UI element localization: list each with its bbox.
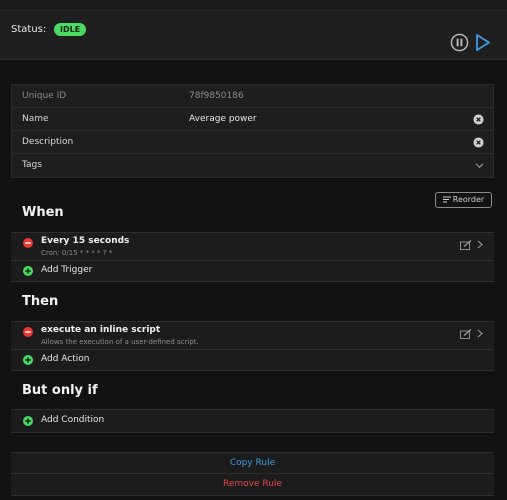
rule-properties: Unique ID 78f9850186 Name Average power …	[11, 84, 494, 178]
rule-actions: Copy Rule Remove Rule	[11, 452, 494, 496]
trigger-subtitle: Cron: 0/15 * * * * ? *	[41, 249, 113, 257]
edit-icon[interactable]	[460, 329, 472, 339]
clear-name-icon[interactable]	[473, 114, 484, 125]
chevron-down-icon[interactable]	[475, 161, 484, 170]
add-condition-button[interactable]: Add Condition	[11, 410, 494, 432]
top-bar	[0, 0, 507, 11]
add-icon	[23, 355, 33, 365]
action-item[interactable]: execute an inline script Allows the exec…	[11, 322, 494, 350]
add-icon	[23, 266, 33, 276]
add-action-button[interactable]: Add Action	[11, 350, 494, 370]
trigger-list: Every 15 seconds Cron: 0/15 * * * * ? * …	[11, 232, 494, 282]
uid-value: 78f9850186	[189, 91, 244, 101]
tags-label: Tags	[22, 160, 42, 170]
action-list: execute an inline script Allows the exec…	[11, 321, 494, 371]
uid-row: Unique ID 78f9850186	[12, 85, 493, 108]
add-condition-label: Add Condition	[41, 415, 105, 425]
name-input[interactable]: Average power	[189, 108, 257, 130]
status-badge: IDLE	[54, 23, 87, 36]
chevron-right-icon[interactable]	[477, 329, 483, 338]
pause-icon[interactable]	[450, 33, 469, 52]
trigger-item[interactable]: Every 15 seconds Cron: 0/15 * * * * ? *	[11, 233, 494, 261]
add-trigger-button[interactable]: Add Trigger	[11, 261, 494, 281]
remove-action-icon[interactable]	[23, 327, 33, 337]
description-label: Description	[22, 137, 74, 147]
action-subtitle: Allows the execution of a user-defined s…	[41, 338, 199, 346]
status-bar: Status: IDLE	[0, 11, 507, 60]
remove-rule-button[interactable]: Remove Rule	[11, 474, 494, 495]
play-icon[interactable]	[475, 33, 491, 52]
edit-icon[interactable]	[460, 240, 472, 250]
name-row[interactable]: Name Average power	[12, 108, 493, 131]
uid-label: Unique ID	[22, 91, 67, 101]
reorder-icon	[442, 196, 451, 203]
then-title: Then	[22, 294, 59, 309]
clear-description-icon[interactable]	[473, 137, 484, 148]
action-title: execute an inline script	[41, 325, 161, 335]
add-action-label: Add Action	[41, 354, 90, 364]
condition-list: Add Condition	[11, 409, 494, 433]
add-icon	[23, 416, 33, 426]
status-label: Status:	[11, 24, 47, 35]
chevron-right-icon[interactable]	[477, 240, 483, 249]
but-only-if-title: But only if	[22, 383, 98, 398]
tags-row[interactable]: Tags	[12, 154, 493, 177]
when-title: When	[22, 205, 64, 220]
remove-trigger-icon[interactable]	[23, 238, 33, 248]
trigger-title: Every 15 seconds	[41, 236, 130, 246]
description-row[interactable]: Description	[12, 131, 493, 154]
copy-rule-button[interactable]: Copy Rule	[11, 453, 494, 474]
name-label: Name	[22, 114, 49, 124]
add-trigger-label: Add Trigger	[41, 265, 93, 275]
reorder-button[interactable]: Reorder	[435, 192, 492, 208]
reorder-label: Reorder	[452, 195, 485, 204]
